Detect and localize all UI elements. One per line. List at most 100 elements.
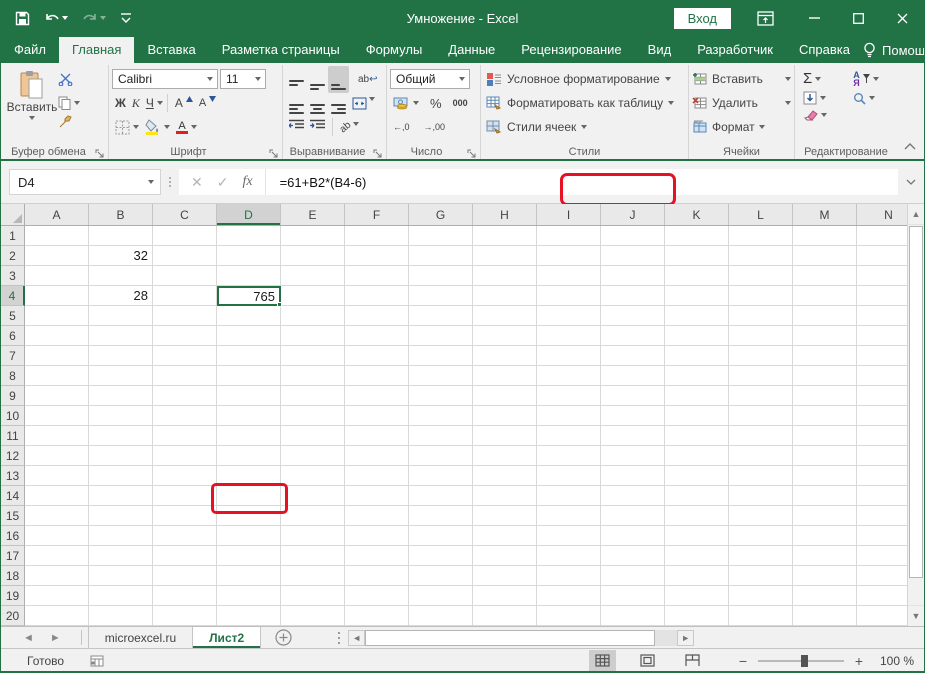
cell-B16[interactable]: [89, 526, 153, 546]
cell-E18[interactable]: [281, 566, 345, 586]
cell-J18[interactable]: [601, 566, 665, 586]
cell-E5[interactable]: [281, 306, 345, 326]
cell-M14[interactable]: [793, 486, 857, 506]
cell-F15[interactable]: [345, 506, 409, 526]
cell-A3[interactable]: [25, 266, 89, 286]
cell-N13[interactable]: [857, 466, 909, 486]
italic-button[interactable]: К: [129, 95, 143, 112]
cell-H11[interactable]: [473, 426, 537, 446]
cell-C2[interactable]: [153, 246, 217, 266]
cell-A9[interactable]: [25, 386, 89, 406]
sort-filter-button[interactable]: АЯ: [850, 69, 892, 88]
zoom-in-icon[interactable]: +: [850, 653, 868, 669]
cell-K15[interactable]: [665, 506, 729, 526]
cell-C1[interactable]: [153, 226, 217, 246]
cell-E8[interactable]: [281, 366, 345, 386]
cell-C17[interactable]: [153, 546, 217, 566]
cell-M9[interactable]: [793, 386, 857, 406]
cell-E19[interactable]: [281, 586, 345, 606]
cell-G11[interactable]: [409, 426, 473, 446]
cell-E16[interactable]: [281, 526, 345, 546]
redo-button[interactable]: [82, 11, 106, 25]
ribbon-tab-Файл[interactable]: Файл: [1, 37, 59, 63]
zoom-out-icon[interactable]: −: [734, 653, 752, 669]
cell-N11[interactable]: [857, 426, 909, 446]
cell-L18[interactable]: [729, 566, 793, 586]
cell-N12[interactable]: [857, 446, 909, 466]
cell-G3[interactable]: [409, 266, 473, 286]
cell-H1[interactable]: [473, 226, 537, 246]
decrease-indent-button[interactable]: [286, 115, 307, 139]
font-color-button[interactable]: А: [173, 120, 200, 135]
cell-B9[interactable]: [89, 386, 153, 406]
row-header-8[interactable]: 8: [1, 366, 25, 386]
increase-decimal-button[interactable]: ←,0: [390, 121, 413, 133]
cell-J9[interactable]: [601, 386, 665, 406]
cell-N15[interactable]: [857, 506, 909, 526]
column-header-M[interactable]: M: [793, 204, 857, 225]
number-dialog-launcher-icon[interactable]: [466, 146, 477, 157]
zoom-level[interactable]: 100 %: [868, 654, 914, 668]
cell-M7[interactable]: [793, 346, 857, 366]
cell-K8[interactable]: [665, 366, 729, 386]
cell-B6[interactable]: [89, 326, 153, 346]
cell-G13[interactable]: [409, 466, 473, 486]
cell-J10[interactable]: [601, 406, 665, 426]
cell-I6[interactable]: [537, 326, 601, 346]
cell-A15[interactable]: [25, 506, 89, 526]
cell-I12[interactable]: [537, 446, 601, 466]
close-button[interactable]: [880, 1, 924, 35]
cell-D1[interactable]: [217, 226, 281, 246]
copy-dropdown-icon[interactable]: [74, 101, 80, 105]
column-header-H[interactable]: H: [473, 204, 537, 225]
cell-M6[interactable]: [793, 326, 857, 346]
cell-D4[interactable]: 765: [217, 286, 281, 306]
cell-G17[interactable]: [409, 546, 473, 566]
cell-F5[interactable]: [345, 306, 409, 326]
cell-G1[interactable]: [409, 226, 473, 246]
cell-M5[interactable]: [793, 306, 857, 326]
column-header-N[interactable]: N: [857, 204, 909, 225]
cell-L10[interactable]: [729, 406, 793, 426]
cell-F12[interactable]: [345, 446, 409, 466]
column-header-E[interactable]: E: [281, 204, 345, 225]
vertical-scrollbar[interactable]: ▲ ▼: [907, 204, 924, 626]
sheet-next-icon[interactable]: ►: [50, 632, 61, 644]
cell-I7[interactable]: [537, 346, 601, 366]
row-header-16[interactable]: 16: [1, 526, 25, 546]
cell-A7[interactable]: [25, 346, 89, 366]
cell-styles-button[interactable]: Стили ячеек: [484, 115, 685, 139]
cell-N20[interactable]: [857, 606, 909, 626]
row-header-11[interactable]: 11: [1, 426, 25, 446]
assistant-menu[interactable]: Помощн: [863, 42, 925, 58]
cell-K2[interactable]: [665, 246, 729, 266]
cell-J19[interactable]: [601, 586, 665, 606]
cell-K20[interactable]: [665, 606, 729, 626]
clear-button[interactable]: [800, 108, 840, 122]
fill-button[interactable]: [800, 90, 840, 106]
cell-E12[interactable]: [281, 446, 345, 466]
select-all-corner[interactable]: [1, 204, 25, 226]
cell-A12[interactable]: [25, 446, 89, 466]
format-as-table-button[interactable]: Форматировать как таблицу: [484, 91, 685, 115]
row-header-15[interactable]: 15: [1, 506, 25, 526]
cell-M3[interactable]: [793, 266, 857, 286]
cell-N17[interactable]: [857, 546, 909, 566]
cell-L2[interactable]: [729, 246, 793, 266]
cell-F9[interactable]: [345, 386, 409, 406]
cell-L13[interactable]: [729, 466, 793, 486]
cell-G19[interactable]: [409, 586, 473, 606]
cell-E11[interactable]: [281, 426, 345, 446]
cell-A16[interactable]: [25, 526, 89, 546]
column-header-F[interactable]: F: [345, 204, 409, 225]
cell-D3[interactable]: [217, 266, 281, 286]
underline-dropdown-icon[interactable]: [157, 101, 163, 105]
cell-F13[interactable]: [345, 466, 409, 486]
merge-center-button[interactable]: [349, 94, 378, 113]
cell-B1[interactable]: [89, 226, 153, 246]
cell-M17[interactable]: [793, 546, 857, 566]
cell-H5[interactable]: [473, 306, 537, 326]
paste-button[interactable]: Вставить: [6, 67, 58, 134]
cell-M11[interactable]: [793, 426, 857, 446]
cell-K16[interactable]: [665, 526, 729, 546]
